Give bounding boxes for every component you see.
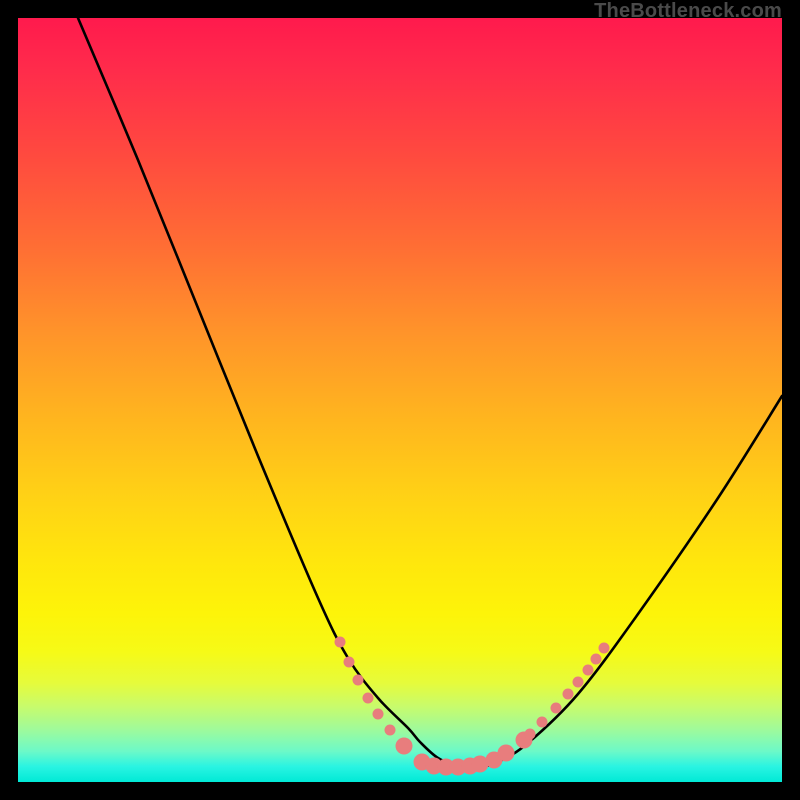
datapoint — [591, 654, 602, 665]
datapoint — [583, 665, 594, 676]
curve-svg — [18, 18, 782, 782]
datapoint — [344, 657, 355, 668]
datapoint — [563, 689, 574, 700]
datapoint — [537, 717, 548, 728]
datapoint — [573, 677, 584, 688]
datapoint — [353, 675, 364, 686]
plot-area — [18, 18, 782, 782]
datapoint — [335, 637, 346, 648]
bottleneck-curve — [78, 18, 782, 767]
datapoint — [373, 709, 384, 720]
datapoint — [385, 725, 396, 736]
datapoint — [525, 729, 536, 740]
datapoint — [599, 643, 610, 654]
datapoint — [396, 738, 413, 755]
datapoint — [363, 693, 374, 704]
datapoint — [498, 745, 515, 762]
datapoint — [551, 703, 562, 714]
chart-stage: TheBottleneck.com — [0, 0, 800, 800]
